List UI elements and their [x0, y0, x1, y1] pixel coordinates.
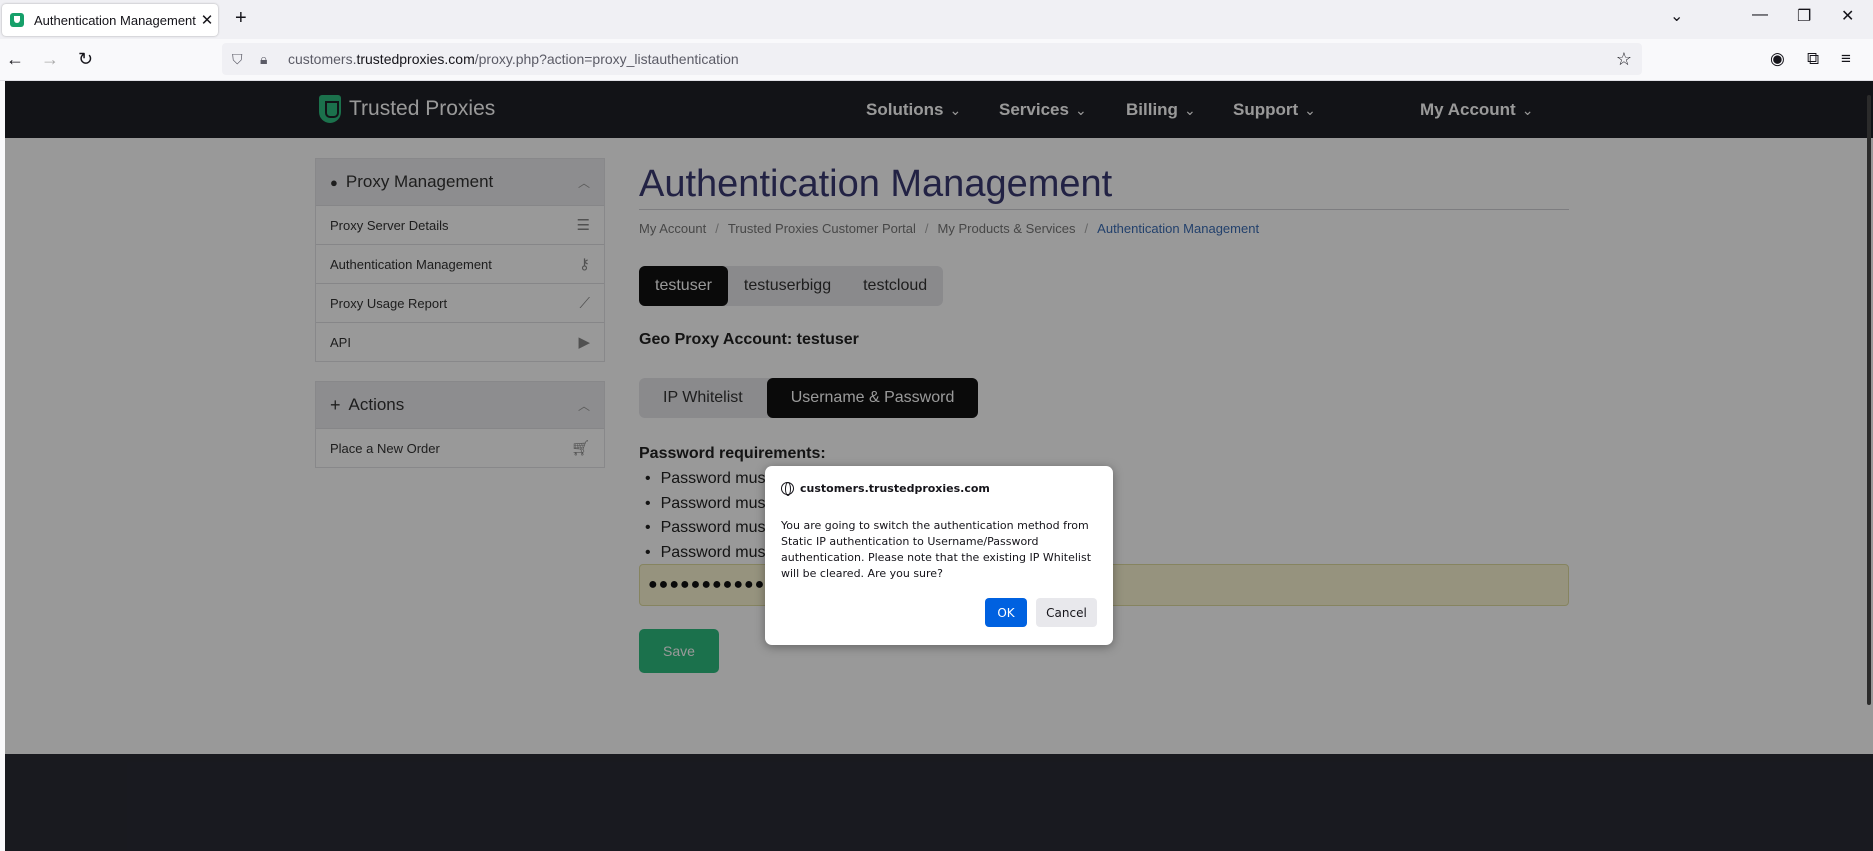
url-path: /proxy.php?action=proxy_listauthenticati… [474, 51, 739, 67]
tab-list-chevron-icon[interactable]: ⌄ [1670, 6, 1683, 26]
ok-button[interactable]: OK [985, 598, 1027, 627]
url-prefix: customers. [288, 51, 357, 67]
site-favicon-icon [10, 13, 24, 27]
tab-title: Authentication Management - T [34, 12, 196, 28]
reload-icon[interactable]: ↻ [78, 49, 93, 70]
forward-icon[interactable]: → [41, 49, 59, 70]
bookmark-star-icon[interactable]: ☆ [1616, 49, 1632, 70]
new-tab-button[interactable]: + [235, 7, 247, 30]
account-icon[interactable]: ◉ [1770, 49, 1785, 69]
cancel-button[interactable]: Cancel [1036, 598, 1097, 627]
back-icon[interactable]: ← [6, 49, 24, 70]
modal-backdrop [5, 81, 1873, 754]
browser-toolbar: ← → ↻ ⛉ 🔒︎ customers. trustedproxies.com /… [0, 39, 1873, 81]
globe-icon [781, 482, 794, 496]
modal-backdrop-footer [5, 754, 1873, 851]
confirm-dialog: customers.trustedproxies.com You are goi… [765, 466, 1113, 645]
restore-icon[interactable]: ❐ [1797, 6, 1811, 26]
browser-tab-strip: Authentication Management - T ✕ + ⌄ — ❐ … [0, 0, 1873, 39]
extensions-icon[interactable]: ⧉ [1807, 49, 1819, 69]
app-menu-icon[interactable]: ≡ [1841, 49, 1851, 69]
url-domain: trustedproxies.com [356, 51, 475, 67]
address-bar[interactable]: ⛉ 🔒︎ customers. trustedproxies.com/proxy.… [222, 43, 1642, 75]
dialog-origin: customers.trustedproxies.com [781, 482, 990, 496]
page-scrollbar[interactable] [1867, 95, 1871, 705]
lock-icon[interactable]: 🔒︎ [260, 51, 282, 68]
shield-icon[interactable]: ⛉ [232, 51, 254, 68]
minimize-icon[interactable]: — [1752, 6, 1768, 24]
tab-close-icon[interactable]: ✕ [196, 11, 218, 29]
browser-tab[interactable]: Authentication Management - T ✕ [2, 4, 218, 36]
dialog-message: You are going to switch the authenticati… [781, 519, 1092, 580]
close-window-icon[interactable]: ✕ [1841, 6, 1854, 26]
